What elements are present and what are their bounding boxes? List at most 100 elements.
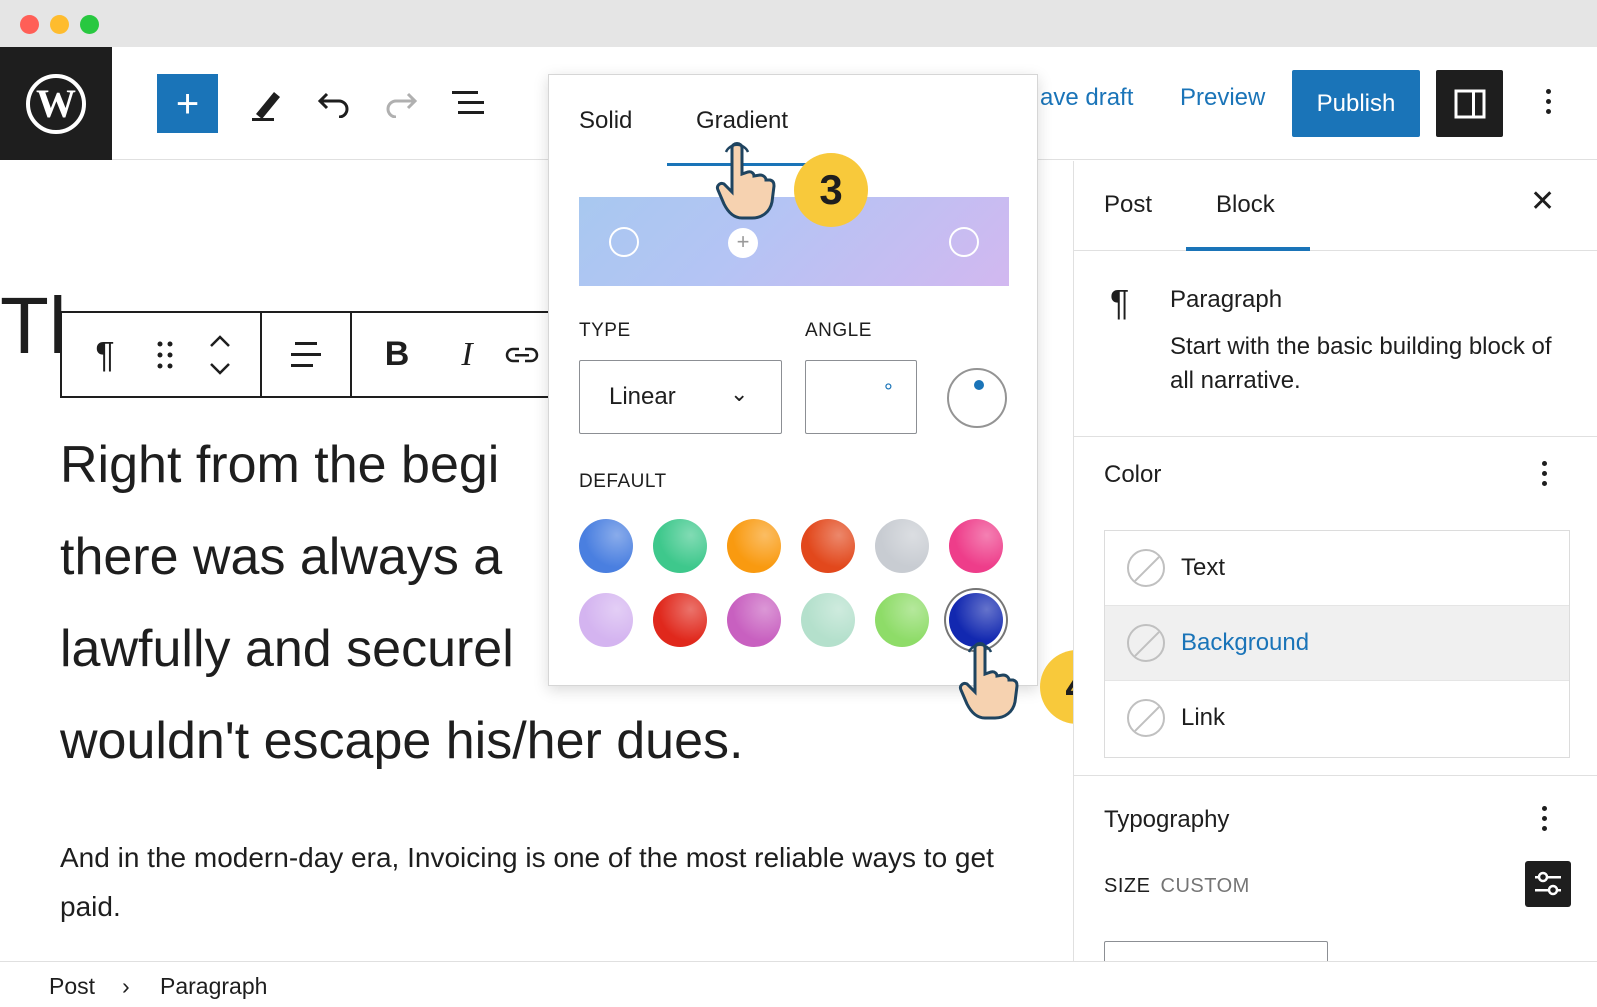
angle-picker-dial[interactable]: [947, 368, 1007, 428]
paragraph-icon: ¶: [1110, 282, 1130, 323]
font-size-input[interactable]: [1104, 941, 1328, 961]
document-overview-button[interactable]: [448, 77, 492, 129]
color-item-label: Text: [1181, 554, 1226, 581]
size-label: SIZE: [1104, 875, 1151, 897]
font-size-label: SIZE CUSTOM: [1104, 875, 1250, 898]
settings-sidebar: Post Block ✕ ¶ Paragraph Start with the …: [1073, 161, 1597, 961]
close-icon: ✕: [1530, 185, 1556, 218]
degree-unit: °: [884, 379, 893, 404]
color-options-button[interactable]: [1534, 461, 1554, 486]
active-tab-indicator: [1186, 247, 1310, 251]
breadcrumb-separator-icon: ›: [122, 973, 130, 999]
block-toolbar-group-block: ¶: [62, 313, 262, 396]
breadcrumb-paragraph[interactable]: Paragraph: [160, 973, 267, 1000]
gradient-swatch[interactable]: [727, 519, 781, 573]
pointer-hand-icon: [955, 640, 1019, 720]
gradient-swatch[interactable]: [949, 519, 1003, 573]
add-gradient-stop-button[interactable]: +: [728, 228, 758, 258]
align-button[interactable]: [262, 313, 352, 396]
undo-icon: [317, 92, 349, 118]
empty-swatch-icon: [1127, 549, 1165, 587]
tab-post[interactable]: Post: [1104, 191, 1152, 219]
block-card: ¶ Paragraph Start with the basic buildin…: [1074, 252, 1597, 437]
gradient-stop-start[interactable]: [609, 227, 639, 257]
list-view-icon: [452, 91, 484, 114]
gradient-swatch[interactable]: [579, 593, 633, 647]
maximize-window-button[interactable]: [80, 15, 99, 34]
tab-solid[interactable]: Solid: [579, 107, 632, 135]
link-button[interactable]: [492, 313, 552, 396]
tab-block[interactable]: Block: [1216, 191, 1275, 219]
wordpress-logo-icon: W: [26, 73, 86, 134]
typography-options-button[interactable]: [1534, 806, 1554, 831]
gradient-swatch[interactable]: [653, 519, 707, 573]
drag-handle[interactable]: [148, 313, 182, 396]
close-sidebar-button[interactable]: ✕: [1530, 187, 1555, 217]
window-titlebar: [0, 0, 1597, 47]
color-gradient-popover: Solid Gradient + TYPE ANGLE Linear ⌄ ° D…: [548, 74, 1038, 686]
close-window-button[interactable]: [20, 15, 39, 34]
add-block-button[interactable]: +: [157, 74, 218, 133]
paragraph-icon: ¶: [95, 333, 115, 375]
color-item-text[interactable]: Text: [1105, 531, 1569, 606]
gradient-swatch[interactable]: [653, 593, 707, 647]
redo-icon: [386, 92, 418, 118]
chevron-up-down-icon: [210, 334, 230, 375]
link-icon: [505, 347, 539, 362]
undo-button[interactable]: [312, 77, 356, 129]
drag-handle-icon: [157, 341, 173, 368]
angle-label: ANGLE: [805, 320, 872, 341]
preview-button[interactable]: Preview: [1180, 84, 1265, 112]
pencil-icon: [252, 92, 280, 121]
gradient-bar[interactable]: +: [579, 197, 1009, 286]
color-settings-list: Text Background Link: [1104, 530, 1570, 758]
gradient-swatch[interactable]: [875, 519, 929, 573]
color-item-link[interactable]: Link: [1105, 681, 1569, 756]
gradient-swatch[interactable]: [801, 519, 855, 573]
custom-size-toggle-button[interactable]: [1525, 861, 1571, 907]
post-title[interactable]: Tl: [0, 286, 67, 366]
move-up-down-buttons[interactable]: [182, 313, 258, 396]
block-breadcrumb: Post › Paragraph: [0, 961, 1597, 1007]
gradient-swatch[interactable]: [727, 593, 781, 647]
block-card-description: Start with the basic building block of a…: [1170, 333, 1552, 394]
minimize-window-button[interactable]: [50, 15, 69, 34]
gradient-stop-end[interactable]: [949, 227, 979, 257]
save-draft-button[interactable]: ave draft: [1040, 84, 1133, 112]
gradient-swatch[interactable]: [875, 593, 929, 647]
bold-button[interactable]: B: [352, 313, 442, 396]
more-options-button[interactable]: [1538, 89, 1558, 114]
sidebar-tabs: Post Block ✕: [1074, 161, 1597, 251]
gradient-type-value: Linear: [609, 383, 676, 410]
step-3-badge: 3: [794, 153, 868, 227]
paragraph-transform-button[interactable]: ¶: [62, 313, 148, 396]
typography-panel-title[interactable]: Typography: [1104, 806, 1229, 834]
paragraph-block[interactable]: And in the modern-day era, Invoicing is …: [60, 833, 1020, 931]
gradient-swatch[interactable]: [579, 519, 633, 573]
gradient-type-select[interactable]: Linear ⌄: [579, 360, 782, 434]
chevron-down-icon: ⌄: [730, 381, 749, 406]
tab-gradient[interactable]: Gradient: [696, 107, 788, 135]
type-label: TYPE: [579, 320, 631, 341]
color-panel-title[interactable]: Color: [1104, 461, 1161, 489]
gradient-swatch[interactable]: [801, 593, 855, 647]
angle-input[interactable]: °: [805, 360, 917, 434]
sidebar-panel-icon: [1454, 89, 1485, 118]
pointer-hand-icon: [712, 140, 776, 220]
breadcrumb-post[interactable]: Post: [49, 973, 95, 1000]
size-mode-label: CUSTOM: [1160, 875, 1250, 897]
color-item-background[interactable]: Background: [1105, 606, 1569, 681]
tools-button[interactable]: [245, 77, 289, 129]
settings-toggle-button[interactable]: [1436, 70, 1503, 137]
publish-button[interactable]: Publish: [1292, 70, 1420, 137]
redo-button[interactable]: [379, 77, 423, 129]
sliders-icon: [1535, 871, 1561, 896]
align-left-icon: [291, 341, 321, 367]
wordpress-logo-button[interactable]: W: [0, 47, 112, 160]
paragraph-line: wouldn't escape his/her dues.: [60, 712, 744, 770]
empty-swatch-icon: [1127, 699, 1165, 737]
angle-pointer-icon: [974, 380, 984, 390]
gradient-swatch[interactable]: [949, 593, 1003, 647]
color-item-label: Link: [1181, 704, 1226, 731]
italic-button[interactable]: I: [442, 313, 492, 396]
